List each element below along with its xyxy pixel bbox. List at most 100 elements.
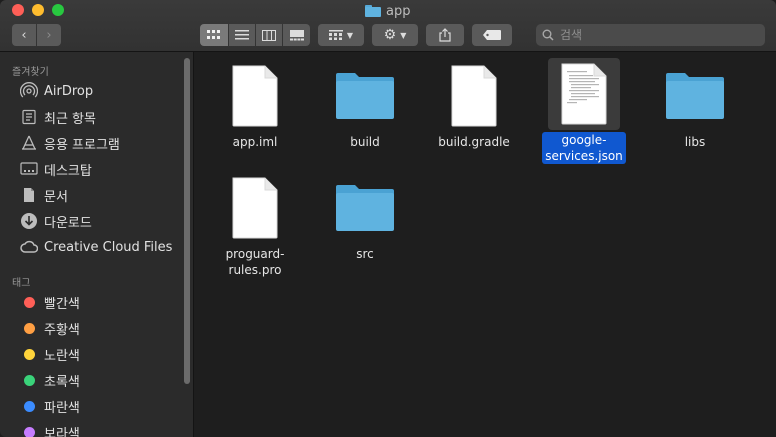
document-icon — [219, 60, 291, 132]
sidebar-item-label: 파란색 — [44, 400, 80, 416]
file-name: build.gradle — [438, 135, 510, 149]
sidebar: 즐겨찾기 AirDrop 최근 항목 응용 프로그램 데스크탑 문서 다운로드 … — [0, 52, 194, 437]
group-by-button[interactable]: ▼ — [318, 24, 364, 46]
close-window-button[interactable] — [12, 4, 24, 16]
tag-icon — [483, 30, 501, 40]
search-icon — [542, 29, 554, 41]
sidebar-item-label: 주황색 — [44, 322, 80, 338]
sidebar-tag-green[interactable]: 초록색 — [20, 369, 80, 391]
list-icon — [235, 30, 249, 40]
folder-item[interactable]: libs — [645, 60, 745, 150]
gallery-view-button[interactable] — [283, 24, 310, 46]
airdrop-icon — [20, 82, 38, 100]
document-icon — [438, 60, 510, 132]
column-view-button[interactable] — [256, 24, 282, 46]
chevron-left-icon: ‹ — [21, 27, 27, 43]
file-item[interactable]: proguard- rules.pro — [205, 172, 305, 278]
sidebar-item-label: 문서 — [44, 189, 68, 205]
folder-icon — [365, 5, 381, 17]
folder-icon — [659, 60, 731, 132]
sidebar-item-label: 보라색 — [44, 426, 80, 437]
sidebar-item-creative-cloud-files[interactable]: Creative Cloud Files — [20, 236, 172, 258]
forward-button[interactable]: › — [37, 24, 61, 46]
maximize-window-button[interactable] — [52, 4, 64, 16]
sidebar-item-desktop[interactable]: 데스크탑 — [20, 158, 92, 180]
sidebar-item-label: Creative Cloud Files — [44, 239, 173, 255]
finder-window: app ‹ › ▼ ⚙ ▼ 검색 즐겨찾기 AirDrop 최근 항목 응용 프… — [0, 0, 776, 437]
sidebar-tag-purple[interactable]: 보라색 — [20, 421, 80, 437]
file-name-line: google- — [561, 133, 607, 147]
action-menu-button[interactable]: ⚙ ▼ — [372, 24, 418, 46]
columns-icon — [262, 29, 276, 41]
sidebar-item-label: 데스크탑 — [44, 163, 92, 179]
purple-tag-dot-icon — [24, 426, 35, 437]
grid-icon — [207, 30, 220, 39]
icon-view-button[interactable] — [200, 24, 228, 46]
document-icon — [20, 186, 38, 204]
sidebar-item-recents[interactable]: 최근 항목 — [20, 106, 96, 128]
sidebar-item-downloads[interactable]: 다운로드 — [20, 210, 92, 232]
file-icon-view: app.iml build build.gradle google- servi… — [195, 52, 776, 437]
sidebar-item-applications[interactable]: 응용 프로그램 — [20, 132, 120, 154]
chevron-down-icon: ▼ — [400, 30, 407, 40]
search-field[interactable] — [536, 24, 765, 46]
file-name: libs — [684, 135, 706, 149]
back-button[interactable]: ‹ — [12, 24, 36, 46]
tags-header: 태그 — [12, 278, 31, 289]
file-item[interactable]: app.iml — [205, 60, 305, 150]
minimize-window-button[interactable] — [32, 4, 44, 16]
sidebar-item-label: 응용 프로그램 — [44, 137, 120, 153]
list-view-button[interactable] — [229, 24, 255, 46]
sidebar-tag-red[interactable]: 빨간색 — [20, 291, 80, 313]
desktop-icon — [20, 160, 38, 178]
creative-cloud-icon — [20, 238, 38, 256]
group-grid-icon — [328, 30, 343, 40]
folder-item[interactable]: src — [315, 172, 415, 262]
recents-icon — [20, 108, 38, 126]
file-name: app.iml — [232, 135, 278, 149]
sidebar-tag-orange[interactable]: 주황색 — [20, 317, 80, 339]
window-title: app — [365, 2, 410, 20]
file-name-line: proguard- — [225, 247, 285, 261]
tags-button[interactable] — [472, 24, 512, 46]
file-item[interactable]: build.gradle — [424, 60, 524, 150]
gear-icon: ⚙ — [383, 27, 397, 43]
share-button[interactable] — [426, 24, 464, 46]
downloads-icon — [20, 212, 38, 230]
applications-icon — [20, 134, 38, 152]
folder-icon — [329, 172, 401, 244]
blue-tag-dot-icon — [24, 400, 35, 412]
sidebar-item-documents[interactable]: 문서 — [20, 184, 68, 206]
share-icon — [439, 28, 451, 42]
file-name: src — [356, 247, 374, 261]
sidebar-item-label: 최근 항목 — [44, 111, 96, 127]
file-name-line: services.json — [545, 149, 623, 163]
file-name: build — [350, 135, 380, 149]
chevron-right-icon: › — [46, 27, 52, 43]
sidebar-item-label: 초록색 — [44, 374, 80, 390]
orange-tag-dot-icon — [24, 322, 35, 334]
sidebar-tag-yellow[interactable]: 노란색 — [20, 343, 80, 365]
file-name-line: rules.pro — [228, 263, 282, 277]
sidebar-item-label: 다운로드 — [44, 215, 92, 231]
sidebar-item-label: 빨간색 — [44, 296, 80, 312]
file-name: proguard- rules.pro — [226, 246, 285, 278]
folder-icon — [329, 60, 401, 132]
sidebar-tag-blue[interactable]: 파란색 — [20, 395, 80, 417]
search-input[interactable] — [560, 28, 760, 42]
sidebar-item-label: AirDrop — [44, 83, 94, 99]
file-item-selected[interactable]: google- services.json — [534, 58, 634, 164]
sidebar-item-airdrop[interactable]: AirDrop — [20, 80, 93, 102]
window-title-text: app — [386, 3, 411, 19]
toolbar: app ‹ › ▼ ⚙ ▼ 검색 — [0, 0, 776, 52]
json-preview-icon — [548, 58, 620, 130]
gallery-icon — [289, 29, 304, 40]
red-tag-dot-icon — [24, 296, 35, 308]
file-name: google- services.json — [542, 132, 626, 164]
favorites-header: 즐겨찾기 — [12, 67, 49, 78]
folder-item[interactable]: build — [315, 60, 415, 150]
green-tag-dot-icon — [24, 374, 35, 386]
sidebar-scroll-thumb[interactable] — [184, 58, 190, 384]
yellow-tag-dot-icon — [24, 348, 35, 360]
chevron-down-icon: ▼ — [346, 30, 354, 40]
